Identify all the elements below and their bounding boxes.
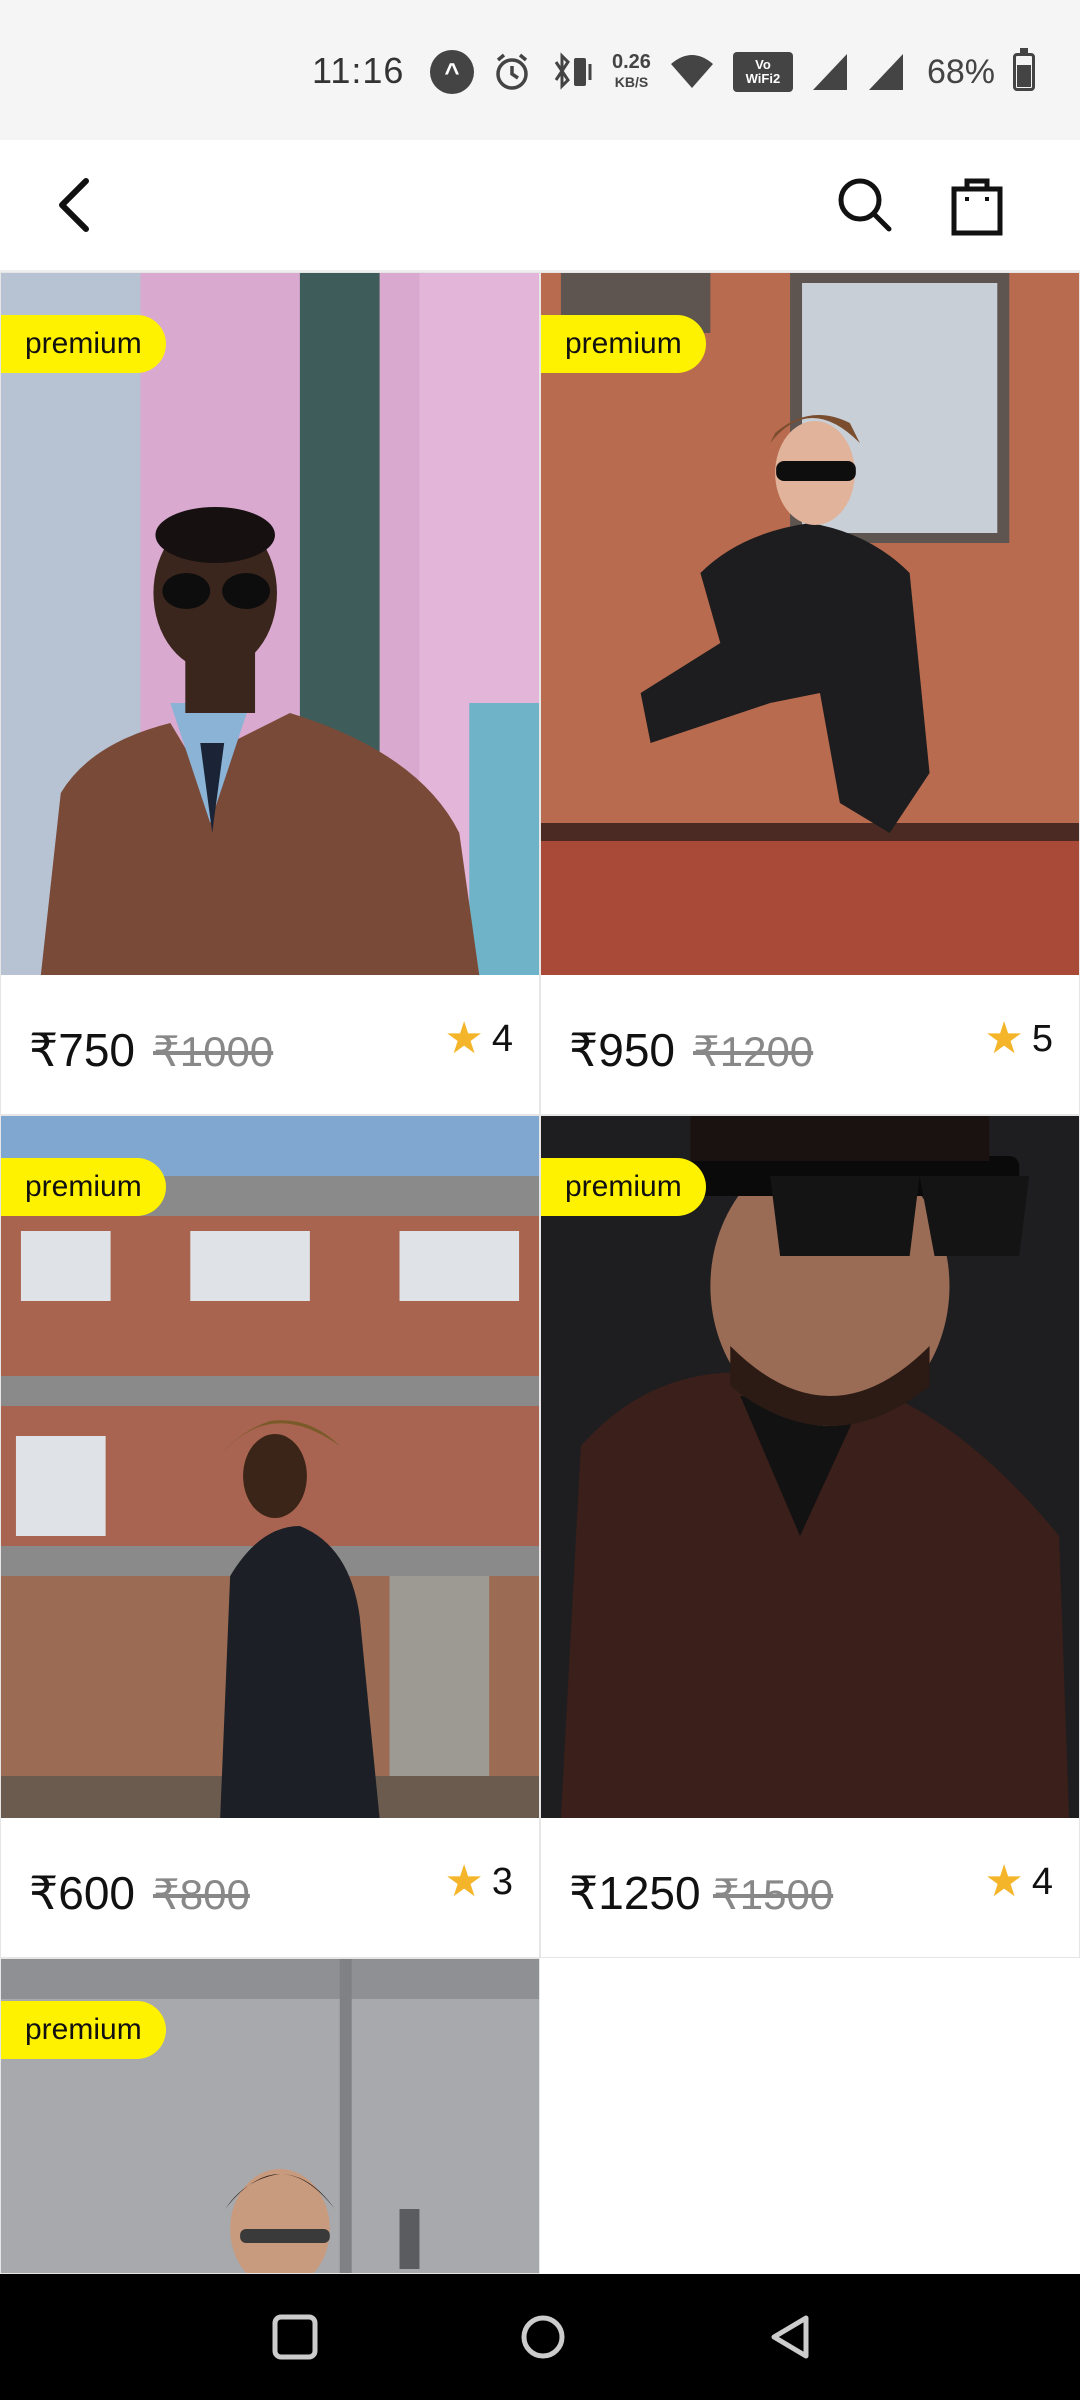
status-bar: 11:16 ^ 0.26 KB/S Vo WiFi2 68% — [0, 0, 1080, 140]
recent-apps-button[interactable] — [260, 2302, 330, 2372]
net-speed-value: 0.26 — [612, 51, 651, 73]
star-icon: ★ — [444, 1857, 484, 1906]
price: ₹750 — [29, 1024, 136, 1076]
product-image — [1, 273, 539, 975]
back-button[interactable] — [30, 160, 120, 250]
app-notification-icon: ^ — [430, 50, 474, 94]
price: ₹600 — [29, 1867, 136, 1919]
rating: ★ 5 — [984, 1017, 1053, 1061]
premium-badge: premium — [1, 315, 166, 373]
premium-badge: premium — [1, 2001, 166, 2059]
vowifi-icon: Vo WiFi2 — [732, 52, 793, 92]
original-price: ₹1200 — [693, 1028, 814, 1075]
recent-apps-icon — [272, 2314, 318, 2360]
original-price: ₹1500 — [713, 1871, 834, 1918]
original-price: ₹1000 — [153, 1028, 274, 1075]
original-price: ₹800 — [153, 1871, 250, 1918]
rating-value: 3 — [491, 1860, 513, 1903]
rating-value: 4 — [1031, 1860, 1053, 1903]
rating-value: 5 — [1031, 1017, 1053, 1060]
product-image — [541, 1116, 1079, 1818]
premium-badge: premium — [541, 315, 706, 373]
price-row: ₹600 ₹800 ★ 3 — [1, 1818, 539, 1957]
premium-badge: premium — [541, 1158, 706, 1216]
rating-value: 4 — [491, 1017, 513, 1060]
rating: ★ 4 — [444, 1017, 513, 1061]
wifi-icon — [669, 52, 715, 92]
star-icon: ★ — [444, 1014, 484, 1063]
price: ₹950 — [569, 1024, 676, 1076]
back-arrow-icon — [59, 178, 89, 232]
product-grid: premium ₹750 ₹1000 ★ 4 premium ₹950 ₹120… — [0, 272, 1080, 2274]
product-image — [541, 273, 1079, 975]
price: ₹1250 — [569, 1867, 701, 1919]
star-icon: ★ — [984, 1857, 1024, 1906]
net-speed: 0.26 KB/S — [612, 52, 651, 92]
system-back-button[interactable] — [756, 2302, 826, 2372]
premium-badge: premium — [1, 1158, 166, 1216]
rating: ★ 4 — [984, 1860, 1053, 1904]
price-row: ₹1250 ₹1500 ★ 4 — [541, 1818, 1079, 1957]
vowifi-top: Vo — [755, 57, 771, 72]
product-card[interactable]: premium ₹600 ₹800 ★ 3 — [0, 1115, 540, 1958]
battery-icon — [1013, 48, 1035, 91]
alarm-icon — [492, 52, 532, 92]
back-icon — [771, 2315, 809, 2359]
home-icon — [521, 2315, 565, 2359]
battery-percent: 68% — [926, 52, 995, 91]
app-bar — [0, 140, 1080, 272]
price-row: ₹950 ₹1200 ★ 5 — [541, 975, 1079, 1114]
bluetooth-vibrate-icon — [550, 52, 594, 92]
price-row: ₹750 ₹1000 ★ 4 — [1, 975, 539, 1114]
net-speed-unit: KB/S — [614, 74, 649, 90]
search-button[interactable] — [820, 160, 910, 250]
signal-icon — [811, 52, 849, 92]
shopping-bag-icon — [951, 178, 1003, 236]
vowifi-bottom: WiFi2 — [745, 71, 781, 86]
status-icons: ^ 0.26 KB/S Vo WiFi2 68% — [430, 44, 1035, 100]
status-time: 11:16 — [312, 50, 405, 91]
search-icon — [838, 178, 892, 232]
product-card[interactable]: premium ₹950 ₹1200 ★ 5 — [540, 272, 1080, 1115]
home-button[interactable] — [508, 2302, 578, 2372]
product-card[interactable]: premium — [0, 1958, 540, 2274]
cart-button[interactable] — [932, 160, 1022, 250]
product-card[interactable]: premium ₹750 ₹1000 ★ 4 — [0, 272, 540, 1115]
rating: ★ 3 — [444, 1860, 513, 1904]
product-card[interactable]: premium ₹1250 ₹1500 ★ 4 — [540, 1115, 1080, 1958]
star-icon: ★ — [984, 1014, 1024, 1063]
product-image — [1, 1116, 539, 1818]
system-nav-bar — [0, 2274, 1080, 2400]
signal-icon — [867, 52, 905, 92]
